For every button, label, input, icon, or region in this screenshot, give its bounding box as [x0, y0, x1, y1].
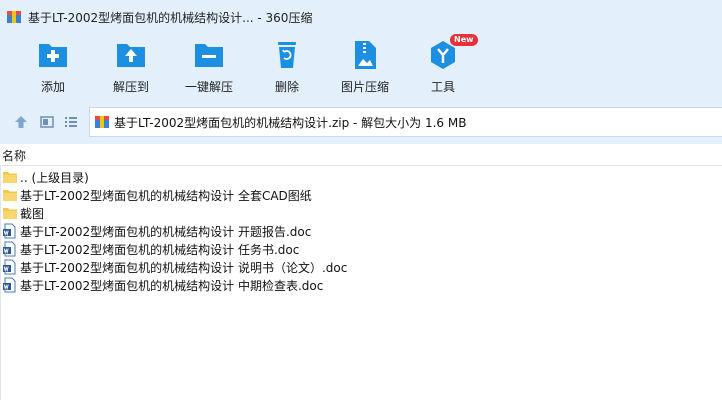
extract-to-icon [117, 44, 145, 67]
tools-button-label: 工具 [430, 80, 455, 94]
app-icon [7, 11, 21, 23]
list-left-border [0, 166, 1, 400]
folder-icon [3, 190, 17, 201]
view-list-button[interactable] [62, 113, 80, 131]
address-bar[interactable]: 基于LT-2002型烤面包机的机械结构设计.zip - 解包大小为 1.6 MB [89, 107, 722, 137]
address-row: 基于LT-2002型烤面包机的机械结构设计.zip - 解包大小为 1.6 MB [0, 100, 722, 144]
word-document-icon [3, 277, 16, 293]
arrow-up-icon [15, 116, 27, 128]
add-button[interactable]: 添加 [14, 34, 92, 98]
word-document-icon [3, 241, 16, 257]
list-item[interactable]: 基于LT-2002型烤面包机的机械结构设计 全套CAD图纸 [2, 186, 720, 204]
list-item[interactable]: 截图 [2, 204, 720, 222]
new-badge: New [450, 34, 478, 46]
image-compress-button[interactable]: 图片压缩 [326, 34, 404, 98]
folder-icon [3, 208, 17, 219]
column-name-header[interactable]: 名称 [2, 147, 26, 164]
archive-path: 基于LT-2002型烤面包机的机械结构设计.zip - 解包大小为 1.6 MB [114, 115, 467, 130]
list-item-name: 基于LT-2002型烤面包机的机械结构设计 中期检查表.doc [20, 278, 324, 293]
add-button-label: 添加 [40, 80, 65, 94]
one-click-extract-icon [195, 44, 223, 67]
extract-to-button-label: 解压到 [112, 80, 149, 94]
list-item-name: 截图 [20, 206, 45, 221]
list-item[interactable]: 基于LT-2002型烤面包机的机械结构设计 开题报告.doc [2, 222, 720, 240]
title-bar: 基于LT-2002型烤面包机的机械结构设计... - 360压缩 [0, 0, 722, 34]
zip-archive-icon [95, 116, 109, 128]
list-item[interactable]: 基于LT-2002型烤面包机的机械结构设计 中期检查表.doc [2, 276, 720, 294]
list-item-name: 基于LT-2002型烤面包机的机械结构设计 全套CAD图纸 [20, 188, 312, 203]
folder-icon [3, 172, 17, 183]
toolbar: 添加 解压到 一键解压 删除 图片压缩 New 工具 [0, 34, 722, 100]
list-item-name: 基于LT-2002型烤面包机的机械结构设计 说明书（论文）.doc [20, 260, 348, 275]
file-list: .. (上级目录) 基于LT-2002型烤面包机的机械结构设计 全套CAD图纸 … [2, 168, 720, 294]
list-item-name: 基于LT-2002型烤面包机的机械结构设计 开题报告.doc [20, 224, 312, 239]
view-thumbnail-button[interactable] [38, 113, 56, 131]
list-item-name: .. (上级目录) [20, 170, 89, 185]
delete-button-label: 删除 [274, 80, 299, 94]
add-icon [39, 44, 67, 67]
tools-button[interactable]: New 工具 [404, 34, 482, 98]
list-header: 名称 [0, 146, 722, 166]
window-title: 基于LT-2002型烤面包机的机械结构设计... - 360压缩 [28, 10, 313, 25]
image-compress-button-label: 图片压缩 [340, 80, 389, 94]
thumbnail-view-icon [40, 116, 54, 128]
list-item-parent-dir[interactable]: .. (上级目录) [2, 168, 720, 186]
one-click-extract-button[interactable]: 一键解压 [170, 34, 248, 98]
word-document-icon [3, 259, 16, 275]
list-view-icon [65, 117, 77, 127]
one-click-extract-button-label: 一键解压 [184, 80, 233, 94]
delete-icon [278, 42, 296, 68]
list-item[interactable]: 基于LT-2002型烤面包机的机械结构设计 任务书.doc [2, 240, 720, 258]
delete-button[interactable]: 删除 [248, 34, 326, 98]
image-compress-icon [355, 41, 376, 69]
word-document-icon [3, 223, 16, 239]
up-button[interactable] [12, 113, 30, 131]
list-item-name: 基于LT-2002型烤面包机的机械结构设计 任务书.doc [20, 242, 300, 257]
extract-to-button[interactable]: 解压到 [92, 34, 170, 98]
list-item[interactable]: 基于LT-2002型烤面包机的机械结构设计 说明书（论文）.doc [2, 258, 720, 276]
